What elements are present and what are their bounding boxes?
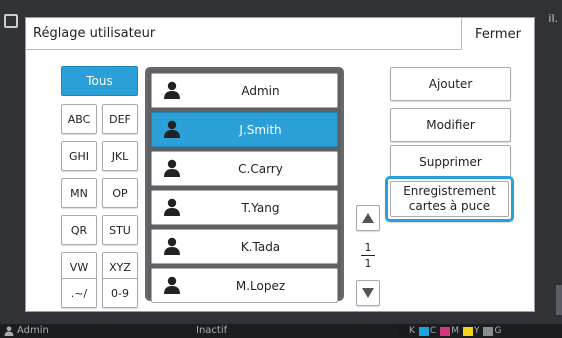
scroll-up-button[interactable] bbox=[356, 205, 380, 231]
ink-m: M bbox=[440, 326, 459, 336]
filter-op-button[interactable]: OP bbox=[102, 178, 138, 208]
triangle-up-icon bbox=[362, 213, 374, 223]
user-list: Admin J.Smith C.Carry T.Yang K.Tada M.Lo… bbox=[145, 67, 344, 303]
page-indicator: 1 1 bbox=[360, 241, 376, 270]
person-icon bbox=[164, 237, 180, 255]
dialog-title: Réglage utilisateur bbox=[33, 26, 156, 41]
user-name: K.Tada bbox=[240, 239, 281, 254]
filter-digits-button[interactable]: 0-9 bbox=[102, 278, 138, 308]
filter-jkl-button[interactable]: JKL bbox=[102, 141, 138, 171]
register-smart-card-button[interactable]: Enregistrement cartes à puce bbox=[385, 176, 514, 222]
ink-c: C bbox=[418, 326, 436, 336]
scroll-down-button[interactable] bbox=[356, 280, 380, 306]
page-divider bbox=[361, 255, 375, 256]
person-icon bbox=[4, 325, 14, 336]
page-current: 1 bbox=[364, 241, 372, 254]
user-settings-dialog: Réglage utilisateur Fermer Tous ABC DEF … bbox=[25, 17, 535, 312]
filter-def-button[interactable]: DEF bbox=[102, 104, 138, 134]
user-name: Admin bbox=[241, 83, 280, 98]
ink-g: G bbox=[483, 326, 501, 336]
modify-button[interactable]: Modifier bbox=[390, 108, 511, 142]
filter-all-button[interactable]: Tous bbox=[61, 66, 138, 96]
person-icon bbox=[164, 120, 180, 138]
user-name: T.Yang bbox=[241, 200, 280, 215]
user-row-ktada[interactable]: K.Tada bbox=[151, 229, 338, 264]
person-icon bbox=[164, 81, 180, 99]
person-icon bbox=[164, 159, 180, 177]
filter-ghi-button[interactable]: GHI bbox=[61, 141, 97, 171]
person-icon bbox=[164, 276, 180, 294]
close-button[interactable]: Fermer bbox=[461, 18, 534, 50]
add-button[interactable]: Ajouter bbox=[390, 67, 511, 101]
register-line-1: Enregistrement bbox=[403, 184, 496, 198]
background-title: il. bbox=[548, 12, 558, 25]
page-total: 1 bbox=[364, 257, 372, 270]
ink-k: K bbox=[398, 326, 415, 336]
status-user: Admin bbox=[4, 325, 49, 336]
filter-stu-button[interactable]: STU bbox=[102, 215, 138, 245]
filter-symbols-button[interactable]: .~/ bbox=[61, 278, 97, 308]
user-row-ccarry[interactable]: C.Carry bbox=[151, 151, 338, 186]
register-smart-card-label: Enregistrement cartes à puce bbox=[390, 181, 509, 217]
register-line-2: cartes à puce bbox=[408, 199, 491, 213]
user-row-mlopez[interactable]: M.Lopez bbox=[151, 268, 338, 303]
ink-levels: K C M Y G bbox=[398, 326, 501, 336]
dialog-header: Réglage utilisateur Fermer bbox=[26, 18, 534, 50]
person-icon bbox=[164, 198, 180, 216]
status-user-name: Admin bbox=[17, 325, 49, 336]
user-name: J.Smith bbox=[239, 122, 282, 137]
user-row-tyang[interactable]: T.Yang bbox=[151, 190, 338, 225]
triangle-down-icon bbox=[362, 288, 374, 298]
user-row-admin[interactable]: Admin bbox=[151, 73, 338, 108]
filter-qr-button[interactable]: QR bbox=[61, 215, 97, 245]
delete-button[interactable]: Supprimer bbox=[390, 145, 511, 179]
user-row-jsmith[interactable]: J.Smith bbox=[151, 112, 338, 147]
ink-y: Y bbox=[462, 326, 479, 336]
menu-icon bbox=[4, 14, 18, 28]
background-side-handle bbox=[556, 285, 562, 315]
user-name: C.Carry bbox=[238, 161, 283, 176]
user-name: M.Lopez bbox=[235, 278, 286, 293]
status-state: Inactif bbox=[196, 325, 228, 336]
status-bar: Admin Inactif K C M Y G bbox=[0, 324, 562, 338]
filter-abc-button[interactable]: ABC bbox=[61, 104, 97, 134]
filter-mn-button[interactable]: MN bbox=[61, 178, 97, 208]
